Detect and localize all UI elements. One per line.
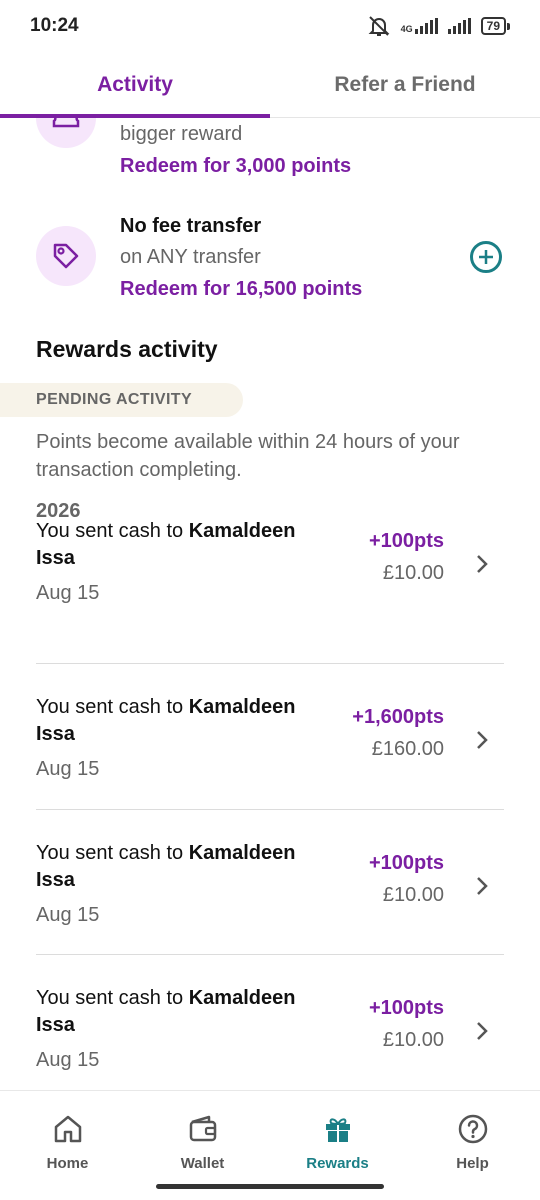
reward-text: No fee transfer on ANY transfer Redeem f… bbox=[120, 211, 362, 305]
status-icons: 4G 79 bbox=[367, 15, 510, 37]
ticket-icon bbox=[52, 118, 80, 128]
transaction-prefix: You sent cash to bbox=[36, 696, 189, 718]
rewards-activity-title: Rewards activity bbox=[36, 336, 218, 362]
reward-redeem-label: Redeem for 16,500 points bbox=[120, 278, 363, 300]
tag-icon bbox=[53, 243, 79, 269]
chevron-right-icon bbox=[477, 877, 488, 895]
transaction-points: +100pts bbox=[368, 852, 444, 874]
transaction-description: You sent cash to Kamaldeen Issa bbox=[36, 840, 336, 894]
transaction-amount: £10.00 bbox=[382, 884, 444, 906]
signal-icon bbox=[414, 18, 438, 34]
reward-text: bigger reward Redeem for 3,000 points bbox=[120, 118, 351, 182]
nav-label: Wallet bbox=[180, 1155, 225, 1172]
rewards-content[interactable]: bigger reward Redeem for 3,000 points No… bbox=[0, 118, 540, 1090]
transaction-date: Aug 15 bbox=[36, 904, 100, 926]
transaction-prefix: You sent cash to bbox=[36, 842, 189, 864]
network-type: 4G bbox=[400, 24, 413, 34]
reward-redeem-label: Redeem for 3,000 points bbox=[120, 155, 352, 177]
chevron-right-icon bbox=[477, 731, 488, 749]
divider bbox=[36, 954, 504, 955]
chevron-right-icon bbox=[477, 1022, 488, 1040]
transaction-date: Aug 15 bbox=[36, 582, 100, 604]
transaction-description: You sent cash to Kamaldeen Issa bbox=[36, 985, 336, 1039]
reward-icon bbox=[36, 226, 96, 286]
reward-title: No fee transfer bbox=[120, 215, 262, 237]
home-icon bbox=[54, 1115, 81, 1143]
reward-subtitle: on ANY transfer bbox=[120, 246, 261, 268]
reward-item: No fee transfer on ANY transfer Redeem f… bbox=[0, 211, 540, 311]
nav-label: Help bbox=[456, 1155, 489, 1172]
transaction-row[interactable]: You sent cash to Kamaldeen Issa Aug 15 +… bbox=[36, 518, 504, 664]
transaction-points: +100pts bbox=[368, 997, 444, 1019]
status-time: 10:24 bbox=[30, 15, 79, 36]
battery-icon: 79 bbox=[480, 17, 510, 35]
transaction-row[interactable]: You sent cash to Kamaldeen Issa Aug 15 +… bbox=[36, 985, 504, 1090]
divider bbox=[36, 809, 504, 810]
signal-icon-2 bbox=[447, 18, 471, 34]
transaction-prefix: You sent cash to bbox=[36, 520, 189, 542]
tab-activity[interactable]: Activity bbox=[0, 52, 270, 118]
redeem-add-button[interactable] bbox=[470, 241, 502, 273]
nav-label: Home bbox=[46, 1155, 89, 1172]
help-icon bbox=[458, 1114, 487, 1144]
transaction-row[interactable]: You sent cash to Kamaldeen Issa Aug 15 +… bbox=[36, 840, 504, 986]
gift-icon bbox=[325, 1118, 350, 1142]
wallet-icon bbox=[189, 1115, 216, 1142]
transaction-prefix: You sent cash to bbox=[36, 987, 189, 1009]
nav-label: Rewards bbox=[306, 1155, 369, 1172]
transaction-amount: £160.00 bbox=[371, 738, 444, 760]
transaction-date: Aug 15 bbox=[36, 758, 100, 780]
plus-icon bbox=[479, 250, 493, 264]
chevron-right-icon bbox=[477, 555, 488, 573]
mute-icon bbox=[368, 16, 390, 36]
battery-level: 79 bbox=[480, 17, 506, 35]
pending-note: Points become available within 24 hours … bbox=[36, 431, 460, 481]
transaction-points: +1,600pts bbox=[352, 706, 444, 728]
transaction-date: Aug 15 bbox=[36, 1049, 100, 1071]
transaction-description: You sent cash to Kamaldeen Issa bbox=[36, 518, 336, 572]
transaction-row[interactable]: You sent cash to Kamaldeen Issa Aug 15 +… bbox=[36, 664, 504, 810]
reward-subtitle: bigger reward bbox=[120, 123, 243, 145]
transaction-points: +100pts bbox=[368, 530, 444, 552]
transaction-description: You sent cash to Kamaldeen Issa bbox=[36, 694, 336, 748]
top-tabs: Activity Refer a Friend bbox=[0, 52, 540, 118]
transaction-amount: £10.00 bbox=[382, 562, 444, 584]
pending-activity-badge: PENDING ACTIVITY bbox=[0, 383, 243, 417]
home-indicator[interactable] bbox=[156, 1184, 384, 1189]
nav-home[interactable]: Home bbox=[0, 1091, 135, 1200]
reward-item: bigger reward Redeem for 3,000 points bbox=[0, 118, 540, 188]
tab-refer-a-friend[interactable]: Refer a Friend bbox=[270, 52, 540, 117]
reward-icon bbox=[36, 118, 96, 148]
nav-help[interactable]: Help bbox=[405, 1091, 540, 1200]
transaction-amount: £10.00 bbox=[382, 1029, 444, 1051]
status-bar: 10:24 4G 79 bbox=[0, 0, 540, 52]
